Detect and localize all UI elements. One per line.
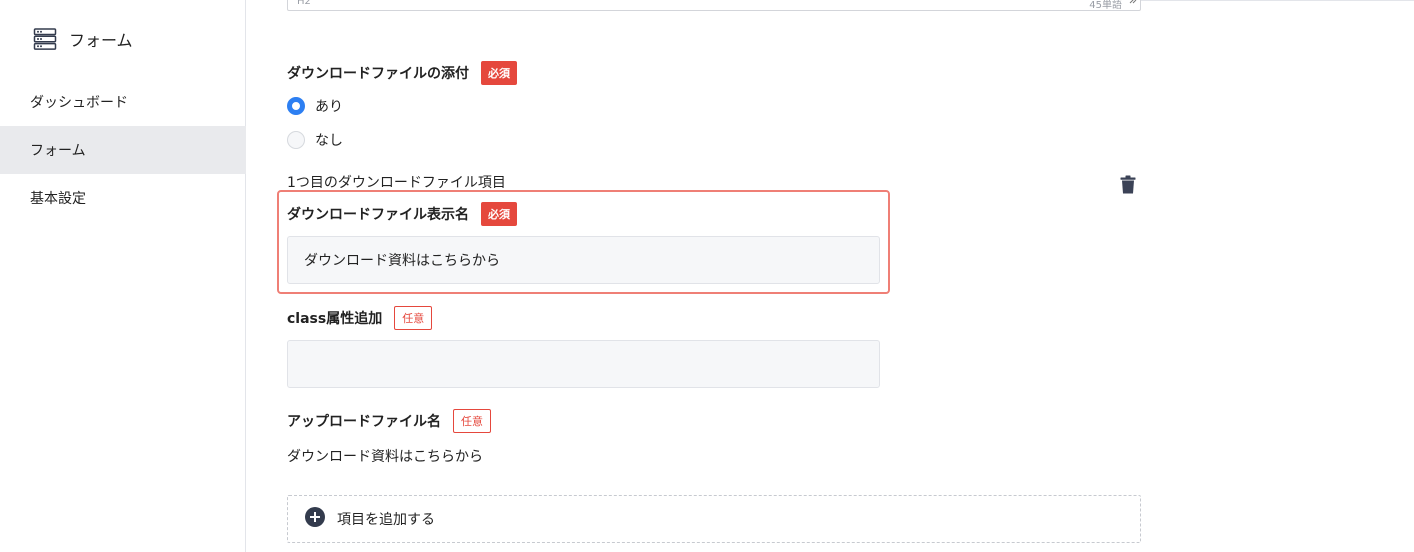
radio-unchecked-icon[interactable] [287, 131, 305, 149]
sidebar-item-dashboard[interactable]: ダッシュボード [0, 78, 246, 126]
upload-name-label: アップロードファイル名 [287, 414, 441, 430]
resize-grip-icon[interactable] [1129, 0, 1137, 8]
sidebar-item-form[interactable]: フォーム [0, 126, 246, 174]
sidebar-nav: ダッシュボード フォーム 基本設定 [0, 78, 246, 222]
sidebar-item-label: 基本設定 [30, 191, 86, 207]
display-name-input-value: ダウンロード資料はこちらから [304, 253, 500, 269]
add-item-button[interactable]: 項目を追加する [287, 495, 1141, 543]
display-name-input[interactable]: ダウンロード資料はこちらから [287, 236, 880, 284]
add-item-label: 項目を追加する [337, 512, 435, 528]
sidebar-item-label: フォーム [30, 143, 86, 159]
trash-icon[interactable] [1120, 175, 1136, 198]
radio-option-yes[interactable]: あり [287, 96, 343, 116]
optional-badge: 任意 [453, 409, 491, 433]
sidebar: フォーム ダッシュボード フォーム 基本設定 [0, 0, 246, 552]
item-section-title: 1つ目のダウンロードファイル項目 [287, 175, 506, 191]
divider [1141, 0, 1414, 1]
class-attr-label-row: class属性追加 任意 [287, 306, 433, 330]
plus-circle-icon [305, 507, 325, 531]
radio-checked-icon[interactable] [287, 97, 305, 115]
sidebar-item-basic-settings[interactable]: 基本設定 [0, 174, 246, 222]
app-root: フォーム ダッシュボード フォーム 基本設定 H2 45単語 ダウンロードファイ… [0, 0, 1414, 552]
upload-file-name-value: ダウンロード資料はこちらから [287, 449, 483, 465]
class-attr-input[interactable] [287, 340, 880, 388]
sidebar-item-label: ダッシュボード [30, 95, 128, 111]
radio-option-no[interactable]: なし [287, 130, 343, 150]
attach-label: ダウンロードファイルの添付 [287, 66, 469, 82]
server-stack-icon [33, 27, 57, 51]
radio-label: あり [315, 99, 343, 115]
sidebar-brand: フォーム [33, 24, 133, 54]
optional-badge: 任意 [394, 306, 433, 330]
word-counter: 45単語 [1089, 0, 1122, 11]
main-content: H2 45単語 ダウンロードファイルの添付 必須 あり なし 1つ目のダウンロー… [247, 0, 1414, 552]
attach-label-row: ダウンロードファイルの添付 必須 [287, 61, 517, 85]
required-badge: 必須 [481, 61, 517, 85]
class-attr-label: class属性追加 [287, 311, 383, 327]
radio-label: なし [315, 133, 343, 149]
upload-name-label-row: アップロードファイル名 任意 [287, 409, 491, 433]
display-name-label-row: ダウンロードファイル表示名 必須 [287, 202, 517, 226]
required-badge: 必須 [481, 202, 517, 226]
sidebar-brand-label: フォーム [69, 31, 133, 50]
display-name-label: ダウンロードファイル表示名 [287, 207, 469, 223]
top-textarea-text: H2 [297, 0, 311, 7]
top-textarea[interactable]: H2 45単語 [287, 0, 1141, 11]
